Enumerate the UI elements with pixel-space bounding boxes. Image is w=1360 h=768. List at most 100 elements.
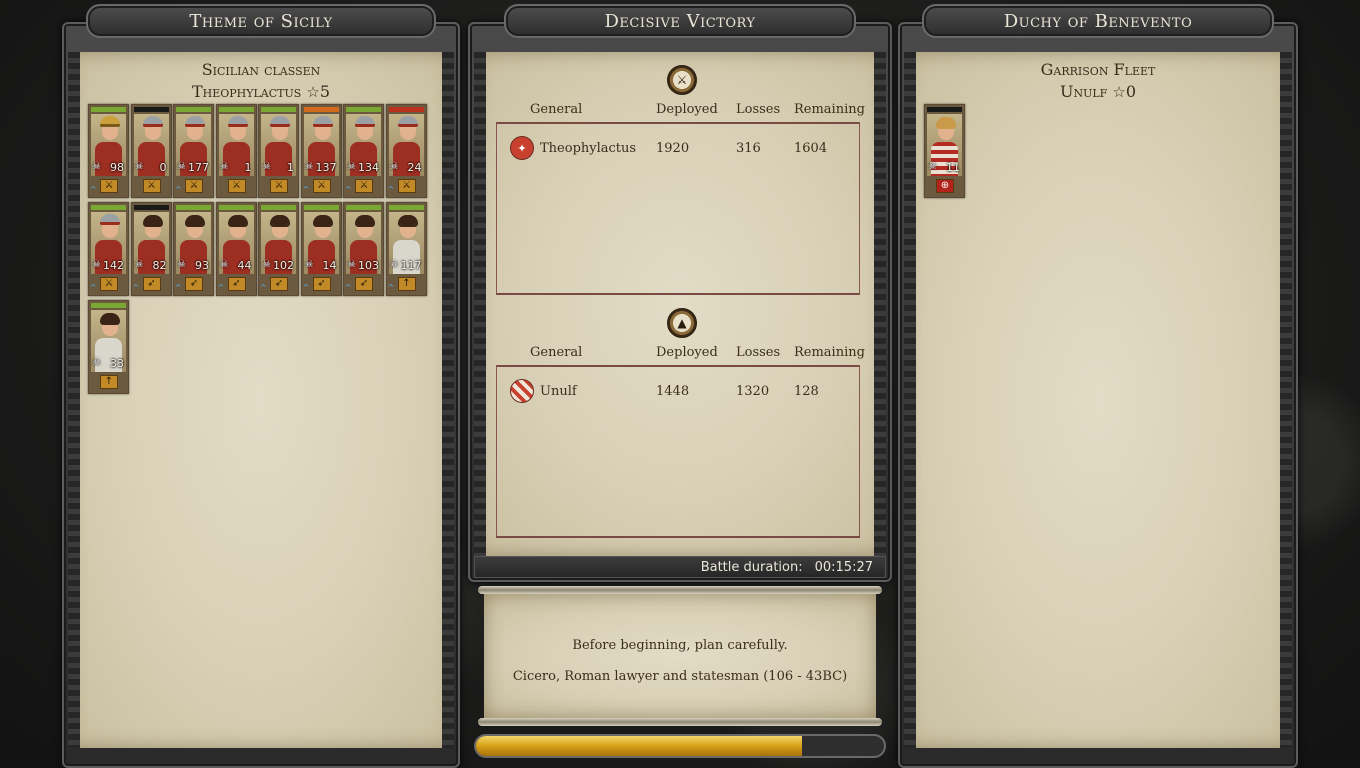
skull-icon: ☠ — [177, 161, 186, 172]
center-parchment: ⚔ General Deployed Losses Remaining ✦ Th… — [474, 52, 886, 556]
skull-icon: ☠ — [177, 259, 186, 270]
unit-count-value: 1 — [287, 161, 294, 174]
sword-icon: ⚔ — [100, 277, 118, 291]
unit-card[interactable]: ☠ 117 ↑ ^ — [385, 202, 427, 296]
unit-card[interactable]: ☠ 177 ⚔ ^ — [173, 104, 214, 198]
sword-icon: ⚔ — [312, 179, 331, 193]
unit-health-bar — [261, 107, 296, 112]
skull-icon: ☠ — [134, 161, 144, 172]
faction-title: Theme of Sicily — [189, 10, 333, 32]
unit-card[interactable]: ☠ 11 ⊕ — [924, 104, 965, 198]
sword-icon: ⚔ — [100, 179, 118, 193]
divider — [496, 293, 860, 295]
skull-icon: ☠ — [92, 161, 101, 172]
unit-count: ☠ 103 — [346, 259, 381, 273]
skull-icon: ☠ — [219, 161, 229, 172]
skull-icon: ☠ — [928, 161, 937, 172]
unit-card[interactable]: ☠ 82 ➶ ^ — [130, 202, 172, 296]
quote-scroll: Before beginning, plan carefully. Cicero… — [484, 594, 876, 718]
unit-count-value: 24 — [407, 161, 422, 174]
unit-card[interactable]: ☠ 137 ⚔ ^ — [300, 104, 342, 198]
unit-health-bar — [91, 303, 126, 308]
unit-card[interactable]: ☠ 93 ➶ ^ — [173, 202, 214, 296]
unit-card[interactable]: ☠ 24 ⚔ ^ — [385, 104, 427, 198]
unit-rank-chevron-icon: ^ — [387, 185, 395, 194]
sword-icon: ⚔ — [185, 179, 203, 193]
skull-icon: ☠ — [304, 259, 314, 270]
unit-count-value: 44 — [237, 259, 252, 272]
defender-general: Unulf — [540, 384, 577, 399]
unit-count-value: 0 — [159, 161, 167, 174]
divider — [496, 536, 860, 538]
quote-text: Before beginning, plan carefully. — [572, 638, 788, 653]
unit-rank-chevron-icon: ^ — [387, 283, 395, 292]
unit-card[interactable]: ☠ 14 ➶ ^ — [300, 202, 342, 296]
unit-count: ☠ 93 — [176, 259, 211, 273]
sword-icon: ⚔ — [270, 179, 288, 193]
unit-health-bar — [133, 205, 169, 210]
col-general: General — [530, 345, 583, 360]
unit-count: ☠ 134 — [346, 161, 381, 175]
skull-icon: ☠ — [389, 259, 399, 270]
defender-deployed: 1448 — [656, 384, 690, 399]
unit-card[interactable]: ☠ 102 ➶ ^ — [258, 202, 299, 296]
unit-health-bar — [388, 107, 424, 112]
unit-count-value: 11 — [946, 161, 960, 174]
unit-count: ☠ 98 — [91, 161, 126, 175]
unit-card[interactable]: ☠ 33 ↑ — [88, 300, 129, 394]
bow-icon: ➶ — [142, 277, 161, 291]
unit-card[interactable]: ☠ 1 ⚔ — [258, 104, 299, 198]
col-general: General — [530, 102, 583, 117]
unit-card[interactable]: ☠ 142 ⚔ ^ — [88, 202, 129, 296]
col-deployed: Deployed — [656, 102, 718, 117]
battle-result-panel: ⚔ General Deployed Losses Remaining ✦ Th… — [468, 4, 892, 768]
skull-icon: ☠ — [347, 161, 356, 172]
unit-rank-chevron-icon: ^ — [345, 283, 352, 292]
unit-card[interactable]: ☠ 1 ⚔ — [215, 104, 257, 198]
unit-count-value: 102 — [273, 259, 294, 272]
unit-health-bar — [91, 205, 126, 210]
skull-icon: ☠ — [219, 259, 229, 270]
defender-losses: 1320 — [736, 384, 770, 399]
unit-rank-chevron-icon: ^ — [175, 185, 182, 194]
unit-count-value: 177 — [188, 161, 209, 174]
unit-count: ☠ 24 — [389, 161, 424, 175]
unit-rank-chevron-icon: ^ — [175, 283, 182, 292]
unit-card[interactable]: ☠ 0 ⚔ — [130, 104, 172, 198]
col-remaining: Remaining — [794, 345, 865, 360]
unit-card[interactable]: ☠ 134 ⚔ ^ — [343, 104, 384, 198]
general-name: Theophylactus — [191, 82, 302, 101]
attacker-general: Theophylactus — [540, 141, 637, 156]
unit-rank-chevron-icon: ^ — [132, 283, 140, 292]
unit-health-bar — [261, 205, 296, 210]
attacker-remaining: 1604 — [794, 141, 828, 156]
unit-count-value: 103 — [358, 259, 379, 272]
unit-health-bar — [176, 205, 211, 210]
unit-health-bar — [218, 107, 254, 112]
defender-remaining: 128 — [794, 384, 819, 399]
scroll-rod-bottom — [478, 718, 882, 726]
unit-card[interactable]: ☠ 103 ➶ ^ — [343, 202, 384, 296]
duration-label: Battle duration: — [700, 559, 803, 575]
unit-health-bar — [176, 107, 211, 112]
unit-count-value: 33 — [110, 357, 124, 370]
unit-rank-chevron-icon: ^ — [302, 283, 310, 292]
general-name: Unulf — [1059, 82, 1108, 101]
bow-icon: ➶ — [227, 277, 246, 291]
star-icon: ☆ — [1112, 83, 1126, 101]
bow-icon: ➶ — [355, 277, 373, 291]
skull-icon: ☠ — [347, 259, 356, 270]
unit-count: ☠ 137 — [304, 161, 339, 175]
scroll-rod-top — [478, 586, 882, 594]
col-losses: Losses — [736, 345, 781, 360]
general-name-line: Unulf ☆0 — [904, 82, 1292, 101]
spear-icon: ↑ — [100, 375, 118, 389]
sword-icon: ⚔ — [355, 179, 373, 193]
unit-count-value: 134 — [358, 161, 379, 174]
unit-card[interactable]: ☠ 44 ➶ ^ — [215, 202, 257, 296]
unit-card[interactable]: ☠ 98 ⚔ ^ — [88, 104, 129, 198]
unit-health-bar — [388, 205, 424, 210]
unit-count: ☠ 82 — [134, 259, 169, 273]
unit-count: ☠ 44 — [219, 259, 254, 273]
unit-rank-chevron-icon: ^ — [302, 185, 310, 194]
